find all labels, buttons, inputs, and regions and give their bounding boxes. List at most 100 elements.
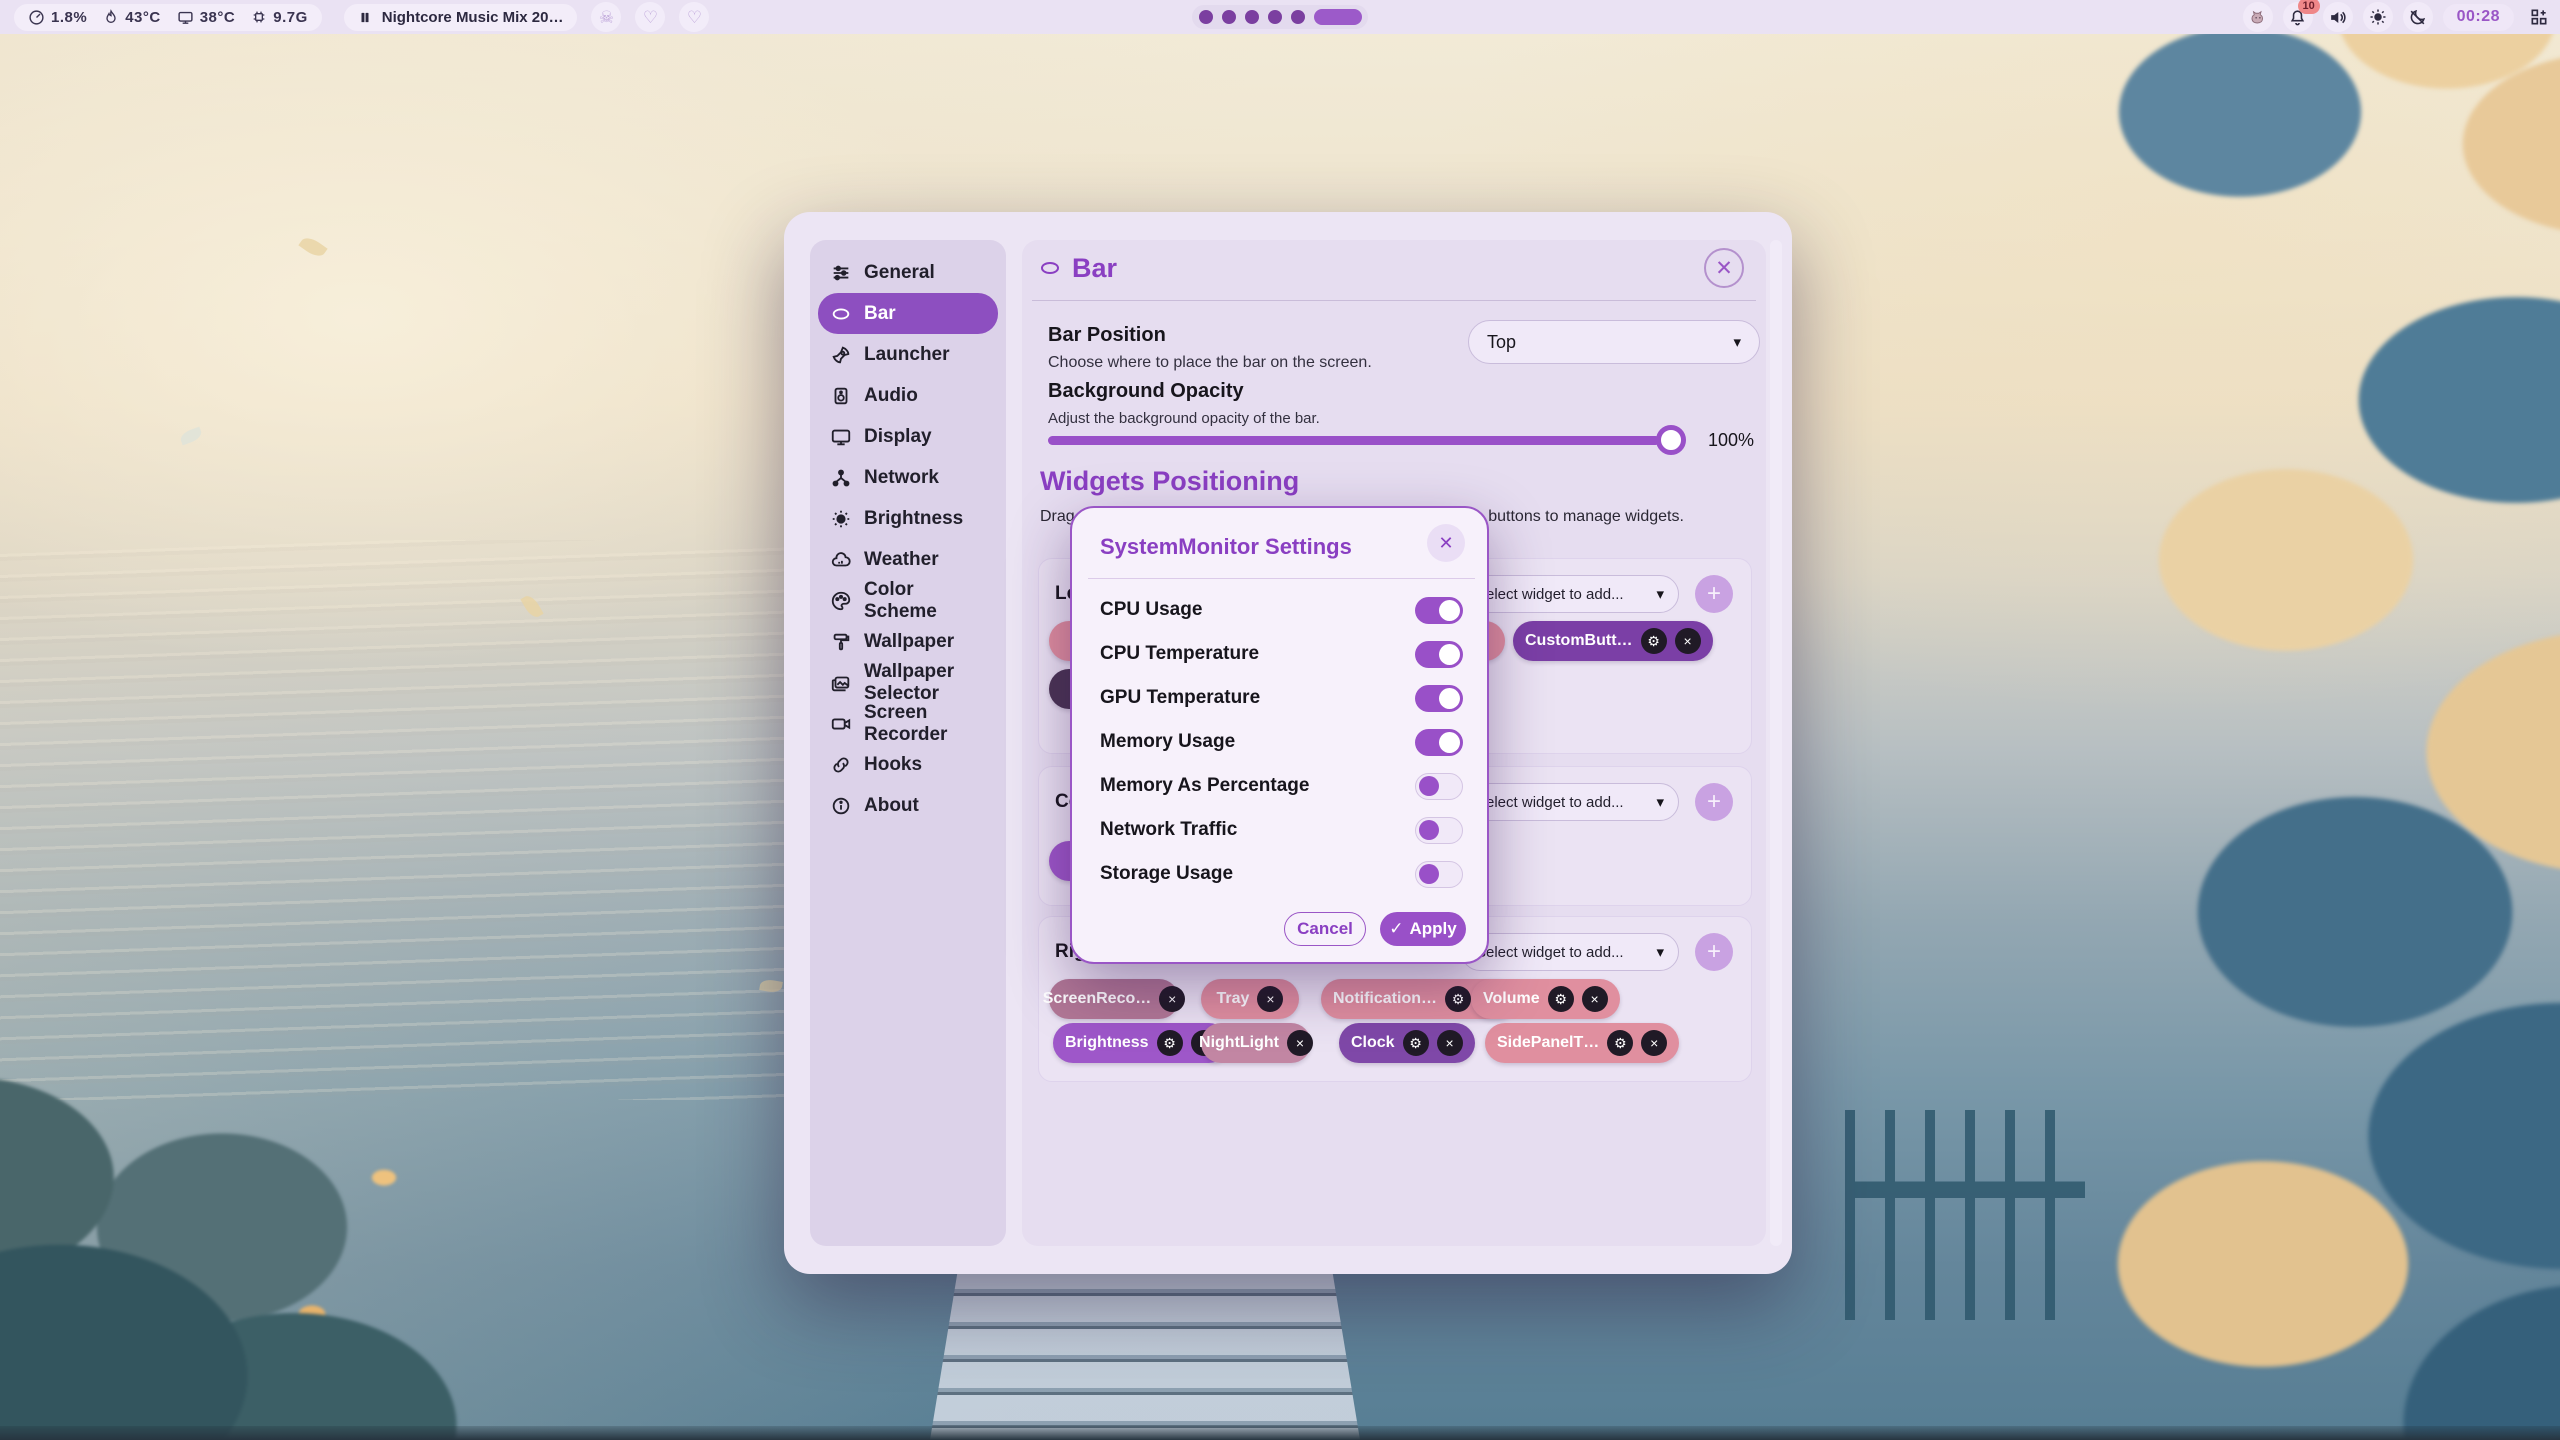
memory-as-percentage-toggle[interactable] [1415, 773, 1463, 800]
volume-icon[interactable] [2323, 2, 2353, 32]
widget-chip-sidepanel[interactable]: SidePanelT… ⚙ × [1485, 1023, 1679, 1063]
apply-button[interactable]: ✓ Apply [1380, 912, 1466, 946]
close-icon[interactable]: × [1287, 1030, 1313, 1056]
cloud-icon [830, 549, 852, 571]
toggle-label: Storage Usage [1100, 863, 1233, 885]
flame-icon [103, 9, 119, 25]
chip-label: Clock [1351, 1034, 1395, 1052]
bar-pill-icon [1038, 256, 1062, 280]
cpu-temp-value: 43°C [125, 9, 161, 26]
sidebar-item-color-scheme[interactable]: Color Scheme [818, 580, 998, 621]
pet-widget-icon[interactable] [2243, 2, 2273, 32]
add-widget-placeholder: Select widget to add... [1476, 794, 1624, 811]
widget-chip-screenrecorder[interactable]: ScreenReco… × [1049, 979, 1179, 1019]
right-widgets-add-select[interactable]: Select widget to add... ▾ [1461, 933, 1679, 971]
close-icon[interactable]: × [1257, 986, 1283, 1012]
sidebar-item-bar[interactable]: Bar [818, 293, 998, 334]
toggle-label: CPU Usage [1100, 599, 1202, 621]
sidebar-item-about[interactable]: About [818, 785, 998, 826]
gear-icon[interactable]: ⚙ [1548, 986, 1574, 1012]
gauge-icon [28, 9, 45, 26]
sidebar-item-general[interactable]: General [818, 252, 998, 293]
add-widget-button[interactable]: + [1695, 783, 1733, 821]
close-icon[interactable]: ✕ [1427, 524, 1465, 562]
close-icon[interactable]: × [1675, 628, 1701, 654]
close-icon[interactable]: × [1641, 1030, 1667, 1056]
top-bar-right: 10 00:28 [2243, 0, 2554, 34]
toggle-row-storage-usage: Storage Usage [1100, 858, 1463, 890]
skull-icon[interactable]: ☠ [591, 2, 621, 32]
storage-usage-toggle[interactable] [1415, 861, 1463, 888]
workspace-dot[interactable] [1199, 10, 1213, 24]
sidebar-item-display[interactable]: Display [818, 416, 998, 457]
chip-label: NightLight [1199, 1034, 1279, 1052]
brightness-icon[interactable] [2363, 2, 2393, 32]
slider-thumb[interactable] [1656, 425, 1686, 455]
network-traffic-toggle[interactable] [1415, 817, 1463, 844]
widget-chip-nightlight[interactable]: NightLight × [1201, 1023, 1311, 1063]
left-widgets-add-select[interactable]: Select widget to add... ▾ [1461, 575, 1679, 613]
workspace-indicator[interactable] [1192, 5, 1368, 29]
scrollbar[interactable] [1770, 240, 1782, 1246]
toggle-knob [1439, 732, 1460, 753]
bar-position-value: Top [1487, 332, 1516, 353]
sidebar-item-wallpaper-selector[interactable]: Wallpaper Selector [818, 662, 998, 703]
chevron-down-icon: ▾ [1656, 793, 1664, 811]
sidebar-item-network[interactable]: Network [818, 457, 998, 498]
sun-icon [830, 508, 852, 530]
center-widgets-add-select[interactable]: Select widget to add... ▾ [1461, 783, 1679, 821]
sidebar-item-hooks[interactable]: Hooks [818, 744, 998, 785]
chip-label: Notification… [1333, 990, 1437, 1008]
cancel-button[interactable]: Cancel [1284, 912, 1366, 946]
clock[interactable]: 00:28 [2443, 4, 2514, 31]
workspace-dot[interactable] [1268, 10, 1282, 24]
cpu-temperature-toggle[interactable] [1415, 641, 1463, 668]
gpu-temperature-toggle[interactable] [1415, 685, 1463, 712]
gear-icon[interactable]: ⚙ [1607, 1030, 1633, 1056]
sidebar-item-launcher[interactable]: Launcher [818, 334, 998, 375]
sidebar-item-weather[interactable]: Weather [818, 539, 998, 580]
close-icon[interactable]: × [1582, 986, 1608, 1012]
widget-chip-tray[interactable]: Tray × [1201, 979, 1299, 1019]
cpu-usage-toggle[interactable] [1415, 597, 1463, 624]
chip-label: SidePanelT… [1497, 1034, 1599, 1052]
notification-count-badge: 10 [2298, 0, 2320, 14]
sidebar-item-brightness[interactable]: Brightness [818, 498, 998, 539]
close-icon[interactable]: ✕ [1704, 248, 1744, 288]
top-bar: 1.8% 43°C 38°C 9.7G Nightcore Music Mix … [0, 0, 2560, 34]
widget-chip-custombutton[interactable]: CustomButt… ⚙ × [1513, 621, 1713, 661]
dashboard-icon[interactable] [2524, 2, 2554, 32]
memory-usage-toggle[interactable] [1415, 729, 1463, 756]
sidebar-item-screen-recorder[interactable]: Screen Recorder [818, 703, 998, 744]
sidebar-item-audio[interactable]: Audio [818, 375, 998, 416]
add-widget-button[interactable]: + [1695, 575, 1733, 613]
gear-icon[interactable]: ⚙ [1403, 1030, 1429, 1056]
close-icon[interactable]: × [1437, 1030, 1463, 1056]
workspace-dot-active[interactable] [1314, 9, 1362, 25]
widget-chip-volume[interactable]: Volume ⚙ × [1471, 979, 1620, 1019]
check-icon: ✓ [1389, 919, 1403, 939]
sidebar-item-label: General [864, 262, 935, 284]
toggle-row-memory-as-percentage: Memory As Percentage [1100, 770, 1463, 802]
gear-icon[interactable]: ⚙ [1157, 1030, 1183, 1056]
heart-icon[interactable]: ♡ [679, 2, 709, 32]
notifications-bell-icon[interactable]: 10 [2283, 2, 2313, 32]
background-opacity-slider[interactable] [1048, 436, 1686, 445]
toggle-label: GPU Temperature [1100, 687, 1260, 709]
heart-icon[interactable]: ♡ [635, 2, 665, 32]
night-light-off-icon[interactable] [2403, 2, 2433, 32]
gear-icon[interactable]: ⚙ [1641, 628, 1667, 654]
widget-chip-clock[interactable]: Clock ⚙ × [1339, 1023, 1475, 1063]
system-stats-pill[interactable]: 1.8% 43°C 38°C 9.7G [14, 4, 322, 31]
bar-position-select[interactable]: Top ▾ [1468, 320, 1760, 364]
workspace-dot[interactable] [1291, 10, 1305, 24]
toggle-knob [1419, 820, 1439, 840]
workspace-dot[interactable] [1245, 10, 1259, 24]
gear-icon[interactable]: ⚙ [1445, 986, 1471, 1012]
workspace-dot[interactable] [1222, 10, 1236, 24]
sidebar-item-wallpaper[interactable]: Wallpaper [818, 621, 998, 662]
add-widget-button[interactable]: + [1695, 933, 1733, 971]
link-icon [830, 754, 852, 776]
media-player-pill[interactable]: Nightcore Music Mix 20… [344, 4, 578, 31]
close-icon[interactable]: × [1159, 986, 1185, 1012]
